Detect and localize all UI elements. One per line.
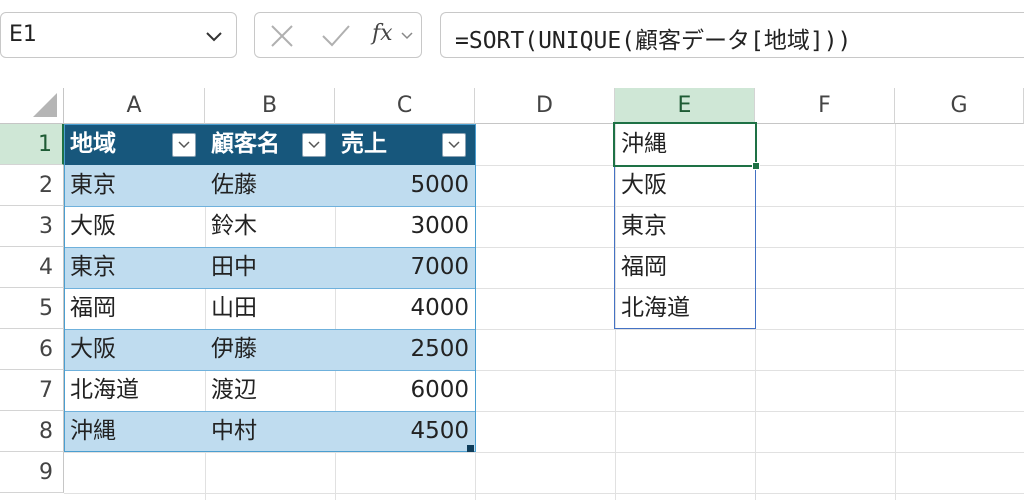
column-header-c[interactable]: C <box>335 88 475 124</box>
row-header-2[interactable]: 2 <box>0 165 64 206</box>
cancel-icon[interactable] <box>269 23 295 49</box>
select-all-button[interactable] <box>0 88 64 124</box>
filter-dropdown-button[interactable] <box>172 133 196 157</box>
table-row-separator <box>64 247 475 248</box>
column-header-f[interactable]: F <box>755 88 895 124</box>
table-cell[interactable]: 佐藤 <box>205 165 335 206</box>
table-cell[interactable]: 伊藤 <box>205 329 335 370</box>
row-header-5[interactable]: 5 <box>0 288 64 329</box>
chevron-down-icon[interactable] <box>204 26 224 46</box>
table-cell[interactable]: 大阪 <box>64 206 205 247</box>
formula-bar-area: E1 fx =SORT(UNIQUE(顧客データ[地域])) <box>0 0 1024 66</box>
row-header-1[interactable]: 1 <box>0 124 64 165</box>
table-cell[interactable]: 田中 <box>205 247 335 288</box>
table-cell[interactable]: 北海道 <box>64 370 205 411</box>
table-cell[interactable]: 渡辺 <box>205 370 335 411</box>
chevron-down-icon <box>448 141 460 149</box>
table-cell[interactable]: 6000 <box>335 370 475 411</box>
row-header-8[interactable]: 8 <box>0 411 64 452</box>
table-resize-handle[interactable] <box>467 445 474 452</box>
spill-cell[interactable]: 沖縄 <box>615 124 755 165</box>
row-header-9[interactable]: 9 <box>0 452 64 493</box>
table-cell[interactable]: 沖縄 <box>64 411 205 452</box>
table-header-cell[interactable]: 売上 <box>335 124 475 165</box>
header-label: 地域 <box>70 131 116 157</box>
gridline <box>64 493 1024 494</box>
spill-cell[interactable]: 福岡 <box>615 247 755 288</box>
row-header-6[interactable]: 6 <box>0 329 64 370</box>
table-cell[interactable]: 東京 <box>64 247 205 288</box>
table-row-separator <box>64 288 475 289</box>
chevron-down-icon <box>308 141 320 149</box>
header-label: 顧客名 <box>211 131 280 157</box>
column-header-e[interactable]: E <box>615 88 755 124</box>
fill-handle[interactable] <box>752 162 760 170</box>
table-cell[interactable]: 4000 <box>335 288 475 329</box>
name-box-value: E1 <box>9 22 37 47</box>
table-cell[interactable]: 2500 <box>335 329 475 370</box>
column-header-b[interactable]: B <box>205 88 335 124</box>
row-header-7[interactable]: 7 <box>0 370 64 411</box>
table-cell[interactable]: 福岡 <box>64 288 205 329</box>
column-header-a[interactable]: A <box>64 88 205 124</box>
table-cell[interactable]: 7000 <box>335 247 475 288</box>
column-header-d[interactable]: D <box>475 88 615 124</box>
table-cell[interactable]: 4500 <box>335 411 475 452</box>
column-header-g[interactable]: G <box>895 88 1024 124</box>
filter-dropdown-button[interactable] <box>442 133 466 157</box>
chevron-down-icon <box>178 141 190 149</box>
name-box[interactable]: E1 <box>0 12 237 58</box>
table-row-separator <box>64 206 475 207</box>
gridline <box>475 124 476 500</box>
gridline <box>755 124 756 500</box>
filter-dropdown-button[interactable] <box>302 133 326 157</box>
table-row-separator <box>64 329 475 330</box>
row-header-3[interactable]: 3 <box>0 206 64 247</box>
gridline <box>64 452 1024 453</box>
table-cell[interactable]: 山田 <box>205 288 335 329</box>
formula-input[interactable]: =SORT(UNIQUE(顧客データ[地域])) <box>440 12 1024 58</box>
row-header-4[interactable]: 4 <box>0 247 64 288</box>
table-row-separator <box>64 411 475 412</box>
table-cell[interactable]: 中村 <box>205 411 335 452</box>
table-cell[interactable]: 鈴木 <box>205 206 335 247</box>
fx-chevron-down-icon[interactable] <box>401 31 413 41</box>
formula-buttons: fx <box>254 12 422 58</box>
insert-function-button[interactable]: fx <box>372 21 393 46</box>
table-cell[interactable]: 東京 <box>64 165 205 206</box>
spill-cell[interactable]: 大阪 <box>615 165 755 206</box>
formula-text: =SORT(UNIQUE(顧客データ[地域])) <box>455 28 852 54</box>
table-header-cell[interactable]: 顧客名 <box>205 124 335 165</box>
table-header-cell[interactable]: 地域 <box>64 124 205 165</box>
spill-cell[interactable]: 東京 <box>615 206 755 247</box>
table-cell[interactable]: 5000 <box>335 165 475 206</box>
header-label: 売上 <box>341 131 387 157</box>
table-cell[interactable]: 大阪 <box>64 329 205 370</box>
enter-icon[interactable] <box>321 23 351 49</box>
spill-cell[interactable]: 北海道 <box>615 288 755 329</box>
worksheet-grid[interactable]: A B C D E F G 1 2 3 4 5 6 7 8 9 地域 顧客名 売… <box>0 66 1024 500</box>
gridline <box>895 124 896 500</box>
table-cell[interactable]: 3000 <box>335 206 475 247</box>
table-row-separator <box>64 370 475 371</box>
